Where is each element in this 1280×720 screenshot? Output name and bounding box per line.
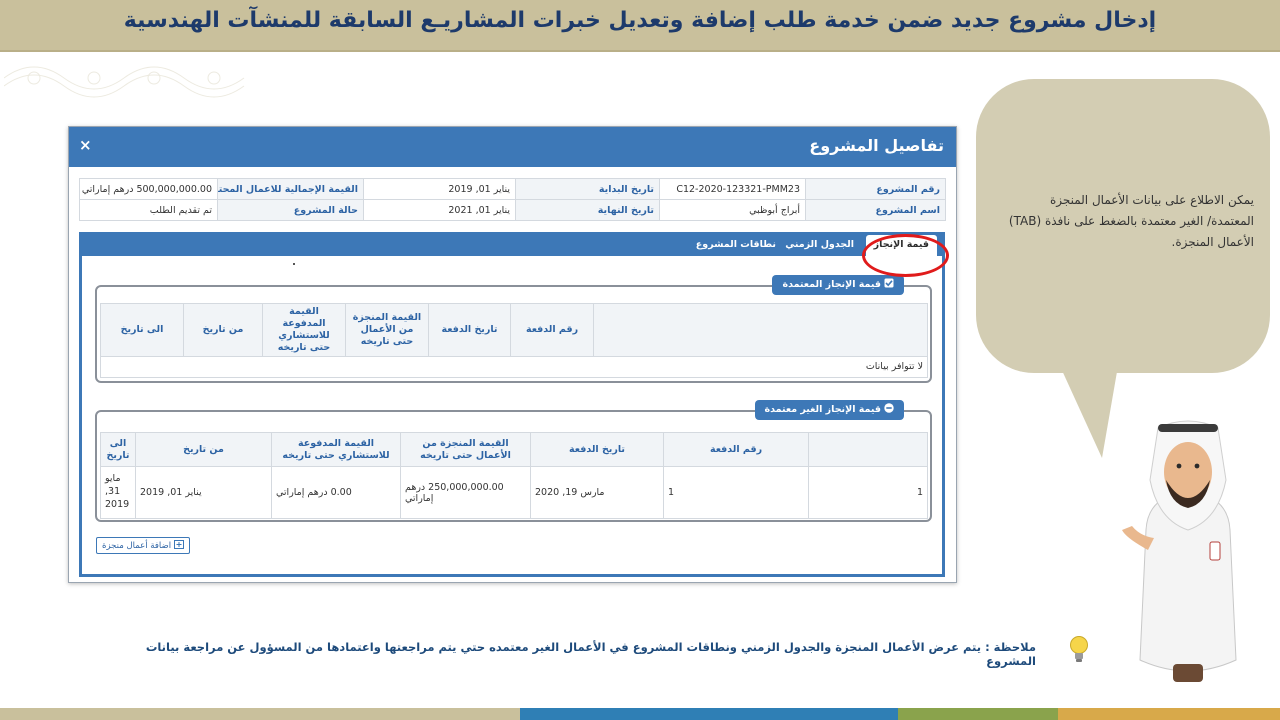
project-status-value: تم تقديم الطلب [79, 199, 218, 221]
lightbulb-icon [1070, 636, 1088, 662]
unapproved-legend[interactable]: قيمة الإنجاز الغير معتمدة [754, 400, 904, 420]
column-from-date: من تاريخ [135, 432, 272, 467]
checkbox-checked-icon [884, 278, 894, 288]
column-paid-value: القيمة المدفوعة للاستشاري حتى تاريخه [262, 303, 346, 357]
column-payment-no: رقم الدفعة [510, 303, 594, 357]
table-header-spacer [808, 432, 928, 467]
project-info-table: رقم المشروع C12-2020-123321-PMM23 تاريخ … [79, 178, 946, 221]
column-payment-no: رقم الدفعة [663, 432, 809, 467]
end-date-label: تاريخ النهاية [515, 199, 660, 221]
cell-paid-value: 0.00 درهم إماراتي [271, 466, 401, 519]
project-number-label: رقم المشروع [805, 178, 946, 200]
unapproved-legend-label: قيمة الإنجاز الغير معتمدة [764, 404, 882, 415]
approved-legend[interactable]: قيمة الإنجاز المعتمدة [772, 275, 904, 295]
tab-bar: قيمة الإنجاز الجدول الزمني نطاقات المشرو… [82, 232, 942, 256]
cell-from-date: يناير 01, 2019 [135, 466, 272, 519]
cell-completed-value: 250,000,000.00 درهم إماراتي [400, 466, 531, 519]
page-title: إدخال مشروع جديد ضمن خدمة طلب إضافة وتعد… [123, 8, 1157, 33]
total-value-label: القيمة الإجمالية للاعمال المحتملة [217, 178, 364, 200]
decorative-pattern-icon [4, 66, 245, 98]
modal-title: تفاصيل المشروع [809, 136, 944, 155]
table-header-row: رقم الدفعة تاريخ الدفعة القيمة المنجزة م… [100, 303, 928, 357]
project-status-label: حالة المشروع [217, 199, 364, 221]
start-date-value: يناير 01, 2019 [363, 178, 516, 200]
approved-legend-label: قيمة الإنجاز المعتمدة [782, 279, 881, 290]
note-text: ملاحظة : يتم عرض الأعمال المنجزة والجدول… [145, 640, 1036, 668]
empty-message: لا تتوافر بيانات [100, 355, 928, 378]
column-payment-date: تاريخ الدفعة [428, 303, 511, 357]
tab-dot [293, 263, 295, 265]
highlight-circle [862, 234, 949, 277]
end-date-value: يناير 01, 2021 [363, 199, 516, 221]
tab-project-scopes[interactable]: نطاقات المشروع [688, 235, 784, 256]
cell-payment-date: مارس 19, 2020 [530, 466, 664, 519]
column-to-date: الى تاريخ [100, 432, 136, 467]
unapproved-table: رقم الدفعة تاريخ الدفعة القيمة المنجزة م… [100, 432, 928, 519]
column-completed-value: القيمة المنجزة من الأعمال حتى تاريخه [400, 432, 531, 467]
table-header-row: رقم الدفعة تاريخ الدفعة القيمة المنجزة م… [100, 432, 928, 467]
presenter-character-icon [1122, 420, 1237, 682]
project-number-value: C12-2020-123321-PMM23 [659, 178, 806, 200]
add-completed-work-label: اضافة أعمال منجزة [102, 541, 172, 551]
add-completed-work-button[interactable]: اضافة أعمال منجزة [96, 537, 191, 554]
start-date-label: تاريخ البداية [515, 178, 660, 200]
add-icon [174, 540, 185, 549]
unapproved-achievement-group: قيمة الإنجاز الغير معتمدة رقم الدفعة تار… [95, 400, 932, 522]
tab-panel: قيمة الإنجاز الجدول الزمني نطاقات المشرو… [79, 232, 945, 577]
total-value-value: 500,000,000.00 درهم إماراتي [79, 178, 218, 200]
close-icon[interactable]: × [79, 136, 92, 154]
column-to-date: الى تاريخ [100, 303, 184, 357]
minus-circle-icon [884, 403, 894, 413]
approved-table: رقم الدفعة تاريخ الدفعة القيمة المنجزة م… [100, 303, 928, 378]
row-index: 1 [808, 466, 928, 519]
cell-payment-no: 1 [663, 466, 809, 519]
info-row: رقم المشروع C12-2020-123321-PMM23 تاريخ … [79, 178, 946, 200]
footer-strip-gold [1058, 708, 1280, 720]
table-header-spacer [593, 303, 928, 357]
column-completed-value: القيمة المنجزة من الأعمال حتى تاريخه [345, 303, 429, 357]
table-row[interactable]: 1 1 مارس 19, 2020 250,000,000.00 درهم إم… [100, 466, 928, 519]
speech-bubble-tail-icon [1060, 366, 1118, 458]
column-from-date: من تاريخ [183, 303, 263, 357]
column-payment-date: تاريخ الدفعة [530, 432, 664, 467]
footer-strip-green [898, 708, 1058, 720]
column-paid-value: القيمة المدفوعة للاستشاري حتى تاريخه [271, 432, 401, 467]
project-details-modal: تفاصيل المشروع × رقم المشروع C12-2020-12… [68, 126, 957, 583]
project-name-value: أبراج أبوظبي [659, 199, 806, 221]
footer-strip-blue [520, 708, 898, 720]
info-row: اسم المشروع أبراج أبوظبي تاريخ النهاية ي… [79, 199, 946, 221]
project-name-label: اسم المشروع [805, 199, 946, 221]
footer-strip-beige [0, 708, 520, 720]
modal-header: تفاصيل المشروع × [69, 127, 956, 167]
tab-timeline[interactable]: الجدول الزمني [777, 235, 862, 256]
callout-text: يمكن الاطلاع على بيانات الأعمال المنجزة … [1008, 193, 1254, 249]
table-row: لا تتوافر بيانات [100, 355, 928, 378]
cell-to-date: مايو 31, 2019 [100, 466, 136, 519]
approved-achievement-group: قيمة الإنجاز المعتمدة رقم الدفعة تاريخ ا… [95, 275, 932, 383]
